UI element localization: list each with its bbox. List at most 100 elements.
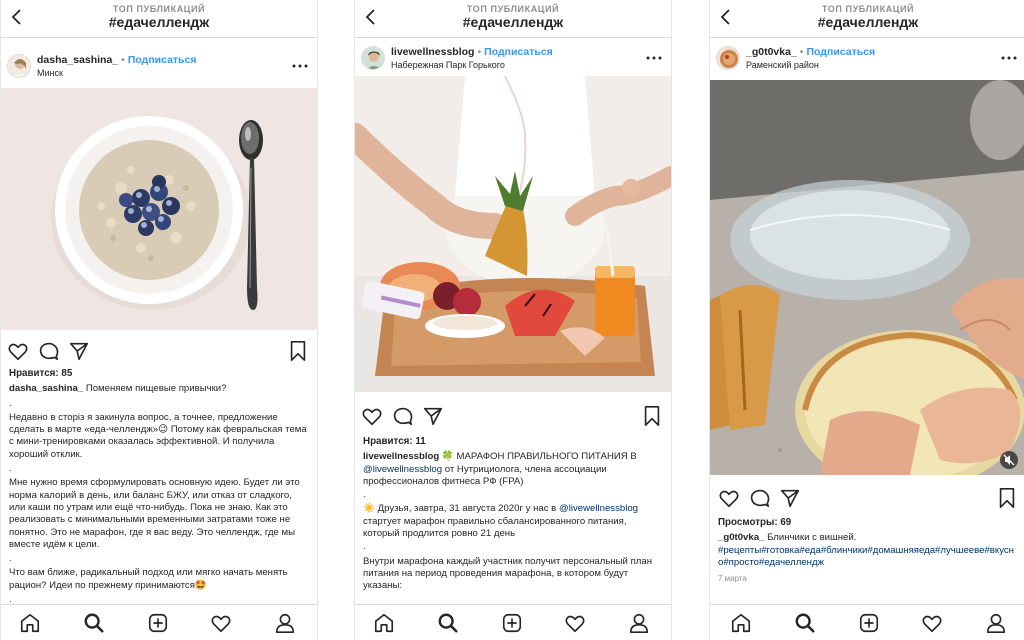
- username-link[interactable]: _g0t0vka_: [746, 46, 797, 58]
- follow-button[interactable]: Подписаться: [484, 46, 553, 58]
- profile-icon[interactable]: [985, 612, 1007, 634]
- top-bar: ТОП ПУБЛИКАЦИЙ #едачеллендж: [1, 0, 317, 38]
- activity-heart-icon[interactable]: [210, 612, 232, 634]
- post-text: Нравится: 11 livewellnessblog 🍀 МАРАФОН …: [363, 436, 663, 593]
- caption-separator: .: [363, 541, 366, 553]
- post-video-pancakes[interactable]: [710, 80, 1024, 475]
- heart-icon[interactable]: [361, 405, 383, 427]
- location-link[interactable]: Минск: [37, 68, 63, 78]
- mute-icon[interactable]: [1000, 451, 1018, 469]
- post-image-breakfast-tray[interactable]: [355, 76, 671, 392]
- post-header: dasha_sashina_ • Подписаться Минск: [1, 48, 317, 90]
- share-icon[interactable]: [68, 340, 90, 362]
- post-actions: [355, 405, 671, 431]
- home-icon[interactable]: [730, 612, 752, 634]
- profile-icon[interactable]: [274, 612, 296, 634]
- top-bar: ТОП ПУБЛИКАЦИЙ #едачеллендж: [710, 0, 1024, 38]
- home-icon[interactable]: [373, 612, 395, 634]
- post-username-row: livewellnessblog • Подписаться: [391, 46, 553, 58]
- screenshot-collage: ТОП ПУБЛИКАЦИЙ #едачеллендж dasha_sashin…: [0, 0, 1024, 640]
- more-icon[interactable]: [291, 58, 309, 68]
- hashtag-title: #едачеллендж: [108, 14, 210, 30]
- comment-icon[interactable]: [749, 487, 771, 509]
- views-count[interactable]: Просмотры: 69: [718, 517, 1018, 529]
- bookmark-icon[interactable]: [641, 405, 663, 427]
- comment-icon[interactable]: [38, 340, 60, 362]
- likes-count[interactable]: Нравится: 85: [9, 368, 309, 380]
- caption-paragraph: ☀️ Друзья, завтра, 31 августа 2020г у на…: [363, 503, 663, 540]
- caption-paragraph: Внутри марафона каждый участник получит …: [363, 555, 653, 592]
- follow-button[interactable]: Подписаться: [806, 46, 875, 58]
- activity-heart-icon[interactable]: [564, 612, 586, 634]
- bookmark-icon[interactable]: [287, 340, 309, 362]
- activity-heart-icon[interactable]: [921, 612, 943, 634]
- search-icon[interactable]: [83, 612, 105, 634]
- profile-icon[interactable]: [628, 612, 650, 634]
- post-date: 7 марта: [718, 574, 747, 584]
- top-posts-label: ТОП ПУБЛИКАЦИЙ: [112, 4, 206, 14]
- caption-line: .: [9, 397, 12, 409]
- add-icon[interactable]: [147, 612, 169, 634]
- top-posts-label: ТОП ПУБЛИКАЦИЙ: [466, 4, 560, 14]
- bottom-nav: [1, 604, 317, 640]
- home-icon[interactable]: [19, 612, 41, 634]
- caption-line: .: [9, 553, 12, 565]
- caption-text: Поменяем пищевые привычки?: [85, 383, 227, 395]
- location-link[interactable]: Набережная Парк Горького: [391, 60, 505, 70]
- heart-icon[interactable]: [718, 487, 740, 509]
- add-icon[interactable]: [501, 612, 523, 634]
- caption-username[interactable]: _g0t0vka_: [718, 532, 764, 543]
- post-text: Просмотры: 69 _g0t0vka_ Блинчики с вишне…: [718, 517, 1018, 585]
- likes-count[interactable]: Нравится: 11: [363, 436, 663, 448]
- separator-dot: •: [799, 46, 804, 58]
- mention-link[interactable]: @livewellnessblog: [559, 503, 638, 514]
- phone-screen-1: ТОП ПУБЛИКАЦИЙ #едачеллендж dasha_sashin…: [0, 0, 318, 640]
- add-icon[interactable]: [858, 612, 880, 634]
- avatar[interactable]: [7, 54, 31, 78]
- username-link[interactable]: dasha_sashina_: [37, 54, 118, 66]
- comment-icon[interactable]: [392, 405, 414, 427]
- caption-text: ☀️ Друзья, завтра, 31 августа 2020г у на…: [363, 503, 557, 515]
- hashtag-title: #едачеллендж: [462, 14, 564, 30]
- avatar[interactable]: [716, 46, 740, 70]
- bookmark-icon[interactable]: [996, 487, 1018, 509]
- share-icon[interactable]: [779, 487, 801, 509]
- caption-line: Недавно в сторіз я закинула вопрос, а то…: [9, 411, 307, 460]
- more-icon[interactable]: [1000, 50, 1018, 60]
- caption-username[interactable]: livewellnessblog: [363, 451, 439, 462]
- bottom-nav: [710, 604, 1024, 640]
- caption: dasha_sashina_ Поменяем пищевые привычки…: [9, 383, 309, 395]
- post-text: Нравится: 85 dasha_sashina_ Поменяем пищ…: [9, 368, 309, 606]
- phone-screen-2: ТОП ПУБЛИКАЦИЙ #едачеллендж livewellness…: [354, 0, 672, 640]
- caption: livewellnessblog 🍀 МАРАФОН ПРАВИЛЬНОГО П…: [363, 451, 663, 488]
- hashtags[interactable]: #рецепты#готовка#еда#блинчики#домашняяед…: [718, 545, 1018, 570]
- mention-link[interactable]: @livewellnessblog: [363, 464, 442, 475]
- caption-username[interactable]: dasha_sashina_: [9, 383, 83, 394]
- post-header: _g0t0vka_ • Подписаться Раменский район: [710, 40, 1024, 82]
- caption-text: 🍀 МАРАФОН ПРАВИЛЬНОГО ПИТАНИЯ В: [441, 451, 637, 463]
- separator-dot: •: [121, 54, 125, 66]
- avatar[interactable]: [361, 46, 385, 70]
- post-actions: [710, 487, 1024, 513]
- bottom-nav: [355, 604, 671, 640]
- caption-line: .: [9, 463, 12, 475]
- search-icon[interactable]: [794, 612, 816, 634]
- share-icon[interactable]: [422, 405, 444, 427]
- heart-icon[interactable]: [7, 340, 29, 362]
- post-username-row: dasha_sashina_ • Подписаться: [37, 54, 196, 66]
- hashtag-title: #едачеллендж: [817, 14, 919, 30]
- location-link[interactable]: Раменский район: [746, 60, 819, 70]
- username-link[interactable]: livewellnessblog: [391, 46, 474, 58]
- caption-separator: .: [363, 489, 366, 501]
- follow-button[interactable]: Подписаться: [128, 54, 197, 66]
- more-icon[interactable]: [645, 50, 663, 60]
- caption-text: Блинчики с вишней.: [767, 532, 857, 544]
- post-image-porridge[interactable]: [1, 88, 317, 330]
- caption: _g0t0vka_ Блинчики с вишней.: [718, 532, 1018, 544]
- phone-screen-3: ТОП ПУБЛИКАЦИЙ #едачеллендж _g0t0vka_ • По…: [709, 0, 1024, 640]
- search-icon[interactable]: [437, 612, 459, 634]
- top-bar: ТОП ПУБЛИКАЦИЙ #едачеллендж: [355, 0, 671, 38]
- post-username-row: _g0t0vka_ • Подписаться: [746, 46, 875, 58]
- post-actions: [1, 340, 317, 366]
- caption-line: Мне нужно время сформулировать основную …: [9, 477, 300, 550]
